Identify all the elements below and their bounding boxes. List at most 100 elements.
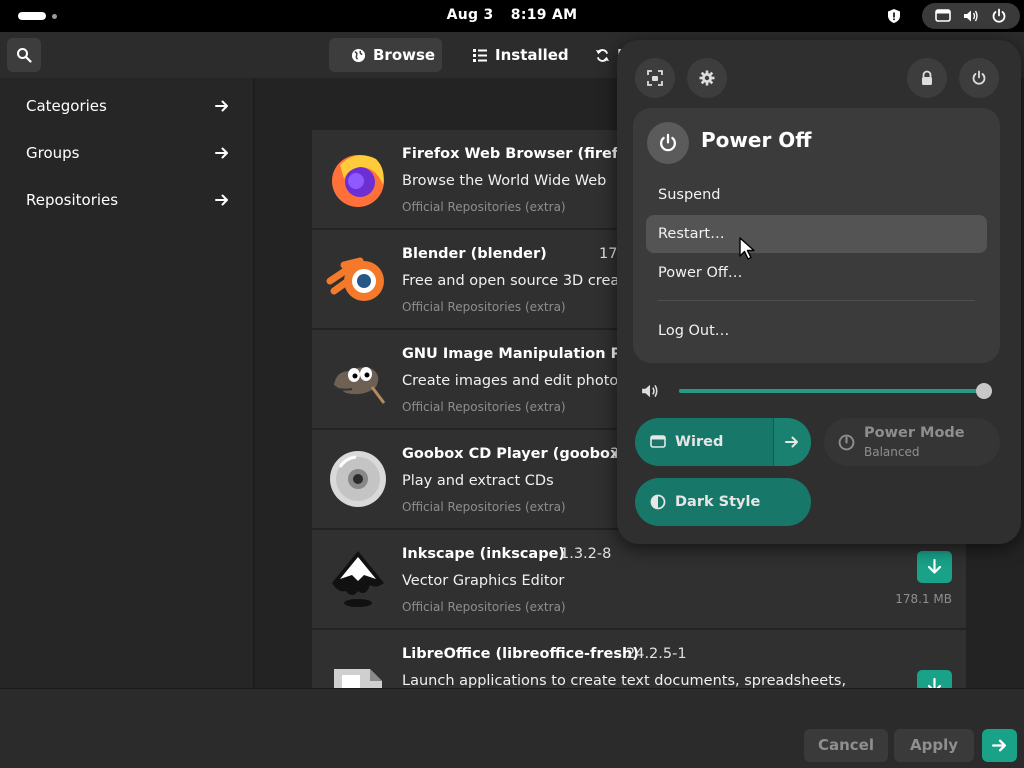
system-status-button[interactable] (922, 3, 1020, 29)
sidebar-item-categories[interactable]: Categories (0, 83, 254, 129)
sidebar-item-groups[interactable]: Groups (0, 130, 254, 176)
install-button[interactable] (917, 551, 952, 583)
package-title: LibreOffice (libreoffice-fresh) (402, 646, 639, 662)
menu-item-log-out[interactable]: Log Out… (646, 312, 987, 350)
next-button[interactable] (982, 729, 1017, 762)
package-title: Firefox Web Browser (firefox) (402, 146, 645, 162)
screenshot-icon (647, 70, 663, 86)
package-description: Create images and edit photogr (402, 373, 634, 389)
power-icon (992, 8, 1006, 23)
cd-player-icon (330, 451, 386, 507)
gimp-icon (331, 367, 386, 404)
dark-style-toggle[interactable]: Dark Style (635, 478, 811, 526)
cancel-button[interactable]: Cancel (804, 729, 888, 762)
lock-icon (922, 70, 932, 85)
inkscape-icon (332, 551, 384, 607)
settings-icon (699, 70, 715, 86)
download-icon (927, 559, 942, 574)
screenshot-button[interactable] (635, 58, 675, 98)
settings-button[interactable] (687, 58, 727, 98)
wired-toggle-label: Wired (675, 434, 724, 450)
volume-icon (964, 10, 978, 22)
power-mode-icon (838, 434, 855, 451)
tab-label: Browse (373, 46, 436, 64)
search-icon (17, 48, 32, 63)
power-mode-label: Power Mode (864, 425, 965, 441)
menu-item-power-off[interactable]: Power Off… (646, 254, 987, 292)
arrow-right-icon (215, 100, 228, 112)
package-description: Free and open source 3D creati (402, 273, 629, 289)
dark-style-icon (650, 494, 666, 510)
power-button[interactable] (959, 58, 999, 98)
top-bar: Aug 3 8:19 AM (0, 0, 1024, 32)
power-mode-subtitle: Balanced (864, 445, 920, 459)
refresh-icon (595, 49, 610, 62)
tab-browse[interactable]: Browse (329, 38, 442, 72)
volume-slider-handle[interactable] (976, 383, 992, 399)
arrow-right-icon (785, 436, 798, 448)
power-mode-toggle[interactable]: Power Mode Balanced (824, 418, 1000, 466)
lock-button[interactable] (907, 58, 947, 98)
power-icon (660, 133, 676, 152)
quick-settings-menu: Power Off Suspend Restart… Power Off… Lo… (617, 40, 1021, 544)
package-repository: Official Repositories (extra) (402, 400, 566, 414)
volume-slider[interactable] (679, 389, 985, 393)
clock-date: Aug 3 (446, 7, 494, 23)
package-repository: Official Repositories (extra) (402, 300, 566, 314)
menu-item-suspend[interactable]: Suspend (646, 176, 987, 214)
arrow-right-icon (215, 147, 228, 159)
package-row[interactable]: Inkscape (inkscape) 1.3.2-8 Vector Graph… (312, 530, 966, 628)
libreoffice-icon (334, 669, 382, 688)
arrow-right-icon (991, 739, 1006, 752)
menu-separator (658, 300, 975, 301)
menu-item-restart[interactable]: Restart… (646, 215, 987, 253)
sidebar-item-label: Repositories (26, 191, 119, 209)
package-description: Vector Graphics Editor (402, 573, 565, 589)
wired-toggle[interactable]: Wired (635, 418, 811, 466)
package-description: Play and extract CDs (402, 473, 554, 489)
tab-label: Installed (495, 46, 569, 64)
power-icon (972, 70, 986, 85)
volume-icon[interactable] (641, 382, 659, 400)
power-menu-icon-circle (647, 122, 689, 164)
blender-icon (326, 257, 384, 301)
package-size: 178.1 MB (895, 592, 952, 606)
bottom-bar: Cancel Apply (0, 688, 1024, 768)
list-icon (473, 49, 487, 62)
download-icon (927, 678, 942, 688)
power-submenu: Power Off Suspend Restart… Power Off… Lo… (633, 108, 1000, 363)
search-button[interactable] (7, 38, 41, 72)
sidebar: Categories Groups Repositories (0, 78, 254, 688)
package-version: 24.2.5-1 (626, 646, 687, 662)
shield-icon (888, 9, 900, 23)
globe-icon (351, 48, 366, 63)
package-title: Blender (blender) (402, 246, 547, 262)
clock-time: 8:19 AM (510, 7, 578, 23)
sidebar-item-label: Groups (26, 144, 80, 162)
power-menu-title: Power Off (701, 128, 812, 152)
package-repository: Official Repositories (extra) (402, 600, 566, 614)
network-wired-icon (935, 9, 951, 22)
clock[interactable]: Aug 3 8:19 AM (0, 7, 1024, 23)
package-description: Browse the World Wide Web (402, 173, 607, 189)
dark-style-label: Dark Style (675, 494, 761, 510)
arrow-right-icon (215, 194, 228, 206)
sidebar-item-repositories[interactable]: Repositories (0, 177, 254, 223)
volume-slider-fill (679, 389, 985, 393)
wired-submenu-button[interactable] (773, 418, 811, 466)
package-title: Goobox CD Player (goobox) (402, 446, 626, 462)
package-title: GNU Image Manipulation Pro (402, 346, 639, 362)
package-row[interactable]: LibreOffice (libreoffice-fresh) 24.2.5-1… (312, 630, 966, 688)
mouse-cursor-icon (739, 237, 755, 260)
package-version: 1.3.2-8 (560, 546, 612, 562)
package-description: Launch applications to create text docum… (402, 673, 847, 688)
network-wired-icon (650, 435, 666, 448)
package-repository: Official Repositories (extra) (402, 200, 566, 214)
install-button[interactable] (917, 670, 952, 688)
package-repository: Official Repositories (extra) (402, 500, 566, 514)
sidebar-item-label: Categories (26, 97, 107, 115)
package-title: Inkscape (inkscape) (402, 546, 566, 562)
firefox-icon (332, 155, 384, 207)
tab-installed[interactable]: Installed (451, 38, 571, 72)
apply-button[interactable]: Apply (894, 729, 974, 762)
